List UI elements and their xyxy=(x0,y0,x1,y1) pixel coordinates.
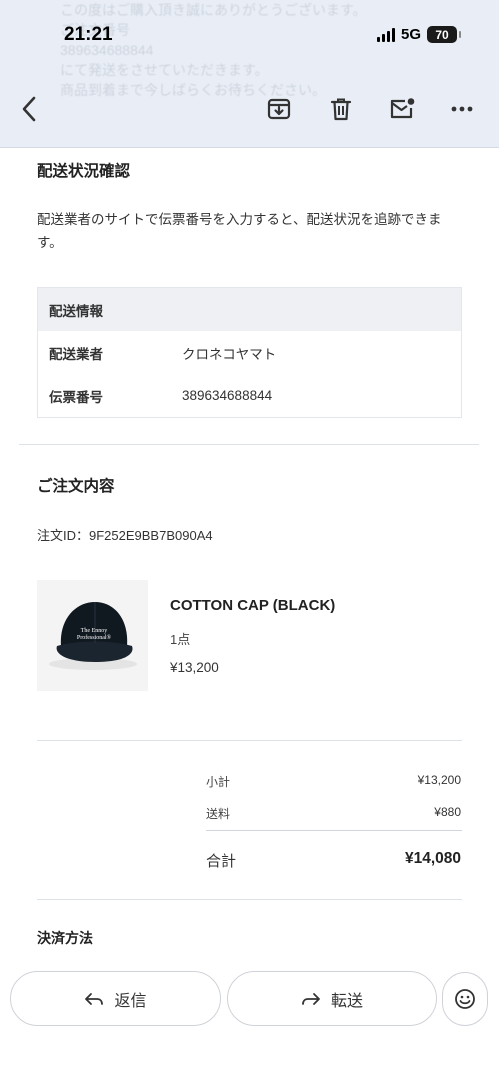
mail-unread-icon xyxy=(390,98,415,119)
subtotal-label: 小計 xyxy=(206,775,231,789)
shipping-fee-value: ¥880 xyxy=(434,805,461,819)
email-header: この度はご購入頂き誠にありがとうございます。 ご注文番号 38963468884… xyxy=(0,0,499,148)
shipping-info-header: 配送情報 xyxy=(38,288,461,331)
total-divider xyxy=(206,830,462,831)
total-value: ¥14,080 xyxy=(404,850,461,867)
cap-logo-line1: The Ennoy xyxy=(81,628,108,634)
reply-label: 返信 xyxy=(114,992,147,1010)
cap-image: The Ennoy Professional® xyxy=(37,580,148,691)
archive-button[interactable] xyxy=(262,92,296,126)
order-details-title: ご注文内容 xyxy=(37,478,115,495)
network-type: 5G xyxy=(400,26,421,43)
back-button[interactable] xyxy=(12,92,46,126)
archive-icon xyxy=(267,98,291,120)
cap-logo-line2: Professional® xyxy=(77,634,112,641)
status-indicators: 5G 70 xyxy=(376,26,461,43)
shipping-description: 配送業者のサイトで伝票番号を入力すると、配送状況を追跡できます。 xyxy=(37,212,442,250)
forward-button[interactable]: 転送 xyxy=(227,971,437,1026)
product-image[interactable]: The Ennoy Professional® xyxy=(37,580,148,691)
tracking-number-label: 伝票番号 xyxy=(49,389,103,405)
carrier-row: 配送業者 クロネコヤマト xyxy=(38,331,461,374)
carrier-value: クロネコヤマト xyxy=(182,346,277,362)
subtotal-value: ¥13,200 xyxy=(417,773,461,787)
more-button[interactable] xyxy=(445,92,479,126)
carrier-label: 配送業者 xyxy=(49,346,103,362)
emoji-reaction-button[interactable] xyxy=(442,972,488,1026)
section-divider xyxy=(19,444,479,445)
product-quantity: 1点 xyxy=(170,632,191,647)
product-price: ¥13,200 xyxy=(170,660,219,675)
tracking-number-value[interactable]: 389634688844 xyxy=(182,388,272,403)
order-divider xyxy=(37,740,462,741)
chevron-left-icon xyxy=(22,96,36,122)
signal-icon xyxy=(376,27,395,42)
forward-label: 転送 xyxy=(330,992,363,1010)
shipping-fee-label: 送料 xyxy=(206,807,231,821)
trash-icon xyxy=(330,98,352,121)
reply-icon xyxy=(85,992,104,1005)
payment-divider xyxy=(37,899,462,900)
product-name[interactable]: COTTON CAP (BLACK) xyxy=(170,597,335,614)
order-id: 注文ID：9F252E9BB7B090A4 xyxy=(37,528,213,543)
reply-button[interactable]: 返信 xyxy=(10,971,221,1026)
battery-icon: 70 xyxy=(427,26,461,43)
forward-icon xyxy=(302,992,320,1005)
total-label: 合計 xyxy=(206,853,237,870)
more-horizontal-icon xyxy=(451,106,473,112)
delete-button[interactable] xyxy=(324,92,358,126)
smiley-icon xyxy=(455,989,475,1009)
shipping-info-table: 配送情報 配送業者 クロネコヤマト 伝票番号 389634688844 xyxy=(37,287,462,418)
mark-unread-button[interactable] xyxy=(385,92,419,126)
battery-level: 70 xyxy=(435,27,449,42)
tracking-number-row: 伝票番号 389634688844 xyxy=(38,374,461,417)
scrolled-content-ghost: この度はご購入頂き誠にありがとうございます。 ご注文番号 38963468884… xyxy=(60,2,367,98)
payment-method-title: 決済方法 xyxy=(37,930,93,946)
status-time: 21:21 xyxy=(64,24,113,45)
shipping-status-title: 配送状況確認 xyxy=(37,163,131,180)
